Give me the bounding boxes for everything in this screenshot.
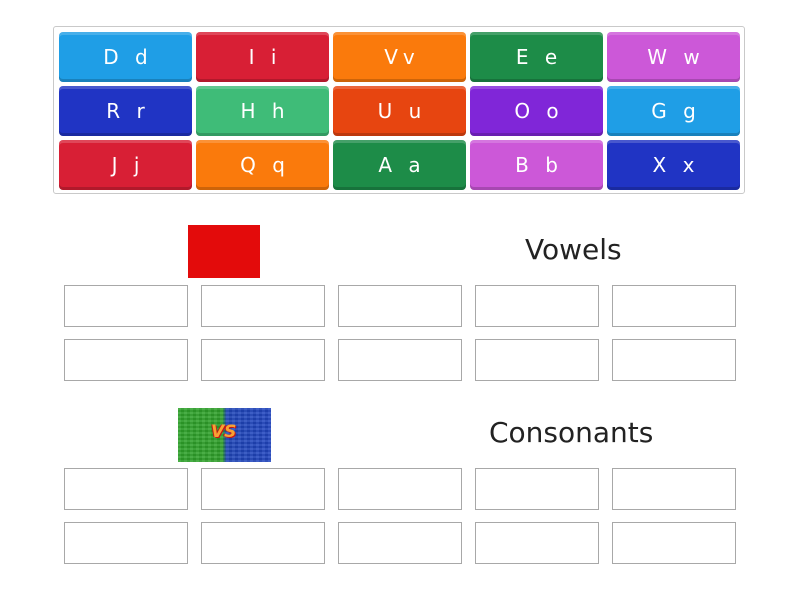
tile-hh[interactable]: H h	[196, 86, 329, 136]
tile-bank: D d I i Vv E e W w R r H h U u O o G g J…	[53, 26, 745, 194]
vs-logo-text: VS	[211, 422, 237, 442]
vowels-drop-slot[interactable]	[201, 285, 325, 327]
consonants-drop-slot[interactable]	[612, 468, 736, 510]
tile-rr[interactable]: R r	[59, 86, 192, 136]
vowels-drop-slot[interactable]	[612, 285, 736, 327]
vowels-drop-slot[interactable]	[338, 339, 462, 381]
tile-ww[interactable]: W w	[607, 32, 740, 82]
tile-jj[interactable]: J j	[59, 140, 192, 190]
tile-label: X x	[652, 153, 700, 177]
vowels-drop-slot[interactable]	[475, 285, 599, 327]
tile-label: U u	[377, 99, 427, 123]
tile-label: Q q	[240, 153, 290, 177]
vowels-drop-slot[interactable]	[64, 339, 188, 381]
consonants-drop-slot[interactable]	[338, 522, 462, 564]
tile-oo[interactable]: O o	[470, 86, 603, 136]
tile-xx[interactable]: X x	[607, 140, 740, 190]
vowels-drop-slot[interactable]	[475, 339, 599, 381]
tile-label: A a	[378, 153, 426, 177]
tile-gg[interactable]: G g	[607, 86, 740, 136]
consonants-drop-slot[interactable]	[338, 468, 462, 510]
vowels-drop-slot[interactable]	[201, 339, 325, 381]
tile-label: W w	[647, 45, 705, 69]
vowels-drop-slot[interactable]	[64, 285, 188, 327]
consonants-drop-slot[interactable]	[612, 522, 736, 564]
vowels-drop-slot[interactable]	[338, 285, 462, 327]
tile-label: E e	[515, 45, 563, 69]
tile-label: O o	[514, 99, 564, 123]
tile-label: I i	[248, 45, 282, 69]
vs-image: VS	[178, 408, 271, 462]
consonants-drop-slot[interactable]	[201, 522, 325, 564]
consonants-drop-slot[interactable]	[475, 468, 599, 510]
tile-label: B b	[515, 153, 563, 177]
tile-ee[interactable]: E e	[470, 32, 603, 82]
tile-aa[interactable]: A a	[333, 140, 466, 190]
consonants-drop-slot[interactable]	[201, 468, 325, 510]
tile-ii[interactable]: I i	[196, 32, 329, 82]
tile-qq[interactable]: Q q	[196, 140, 329, 190]
tile-label: J j	[111, 153, 145, 177]
tile-dd[interactable]: D d	[59, 32, 192, 82]
red-square-image	[188, 225, 260, 278]
consonants-drop-slot[interactable]	[475, 522, 599, 564]
tile-label: D d	[103, 45, 153, 69]
tile-label: H h	[240, 99, 290, 123]
tile-label: G g	[651, 99, 701, 123]
tile-label: R r	[106, 99, 150, 123]
tile-uu[interactable]: U u	[333, 86, 466, 136]
vowels-drop-slot[interactable]	[612, 339, 736, 381]
consonants-drop-slot[interactable]	[64, 468, 188, 510]
vowels-heading: Vowels	[525, 233, 622, 266]
tile-bb[interactable]: B b	[470, 140, 603, 190]
consonants-heading: Consonants	[489, 416, 654, 449]
tile-label: Vv	[384, 45, 420, 69]
tile-vv[interactable]: Vv	[333, 32, 466, 82]
consonants-drop-slot[interactable]	[64, 522, 188, 564]
